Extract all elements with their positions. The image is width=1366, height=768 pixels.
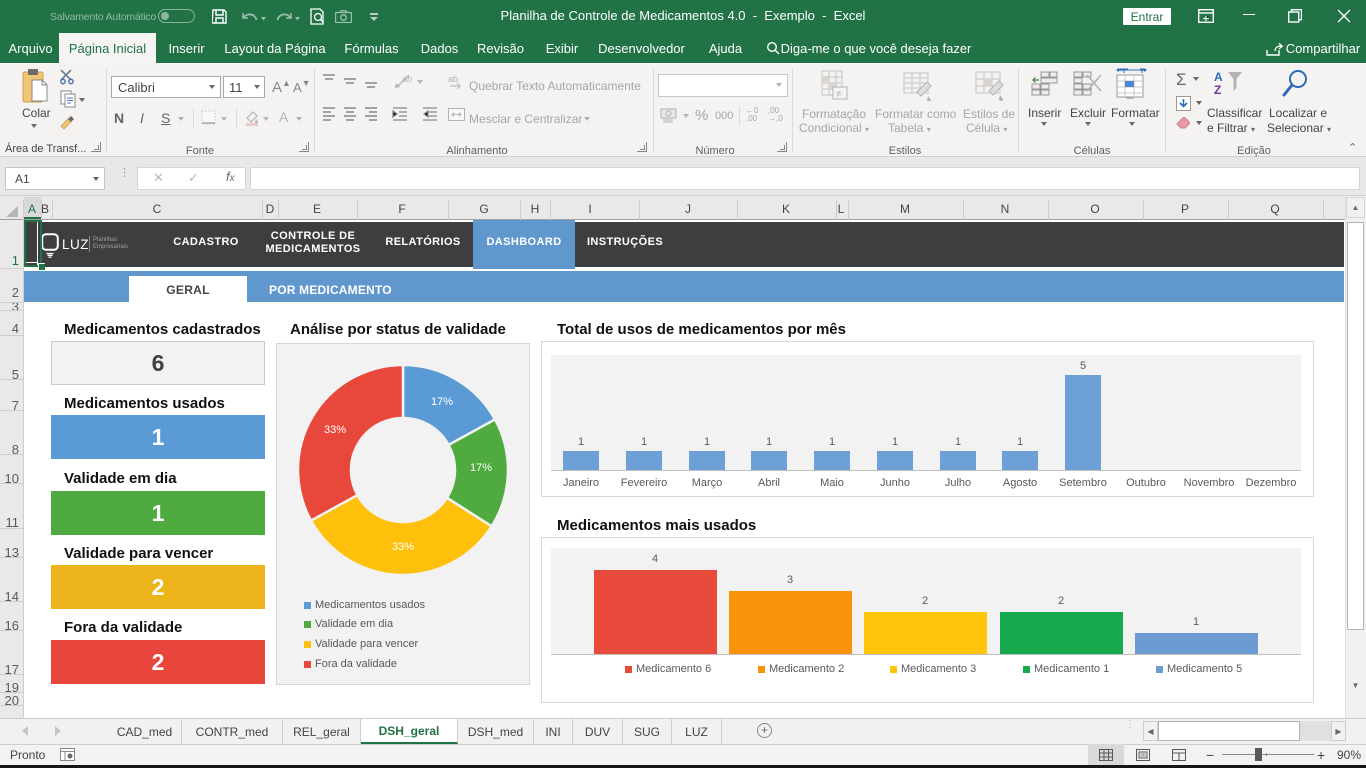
svg-text:ab: ab — [402, 74, 412, 84]
svg-text:≠: ≠ — [836, 89, 842, 100]
svg-text:ab: ab — [448, 74, 458, 84]
svg-text:Z: Z — [1214, 83, 1221, 95]
svg-text:A: A — [1214, 70, 1223, 84]
